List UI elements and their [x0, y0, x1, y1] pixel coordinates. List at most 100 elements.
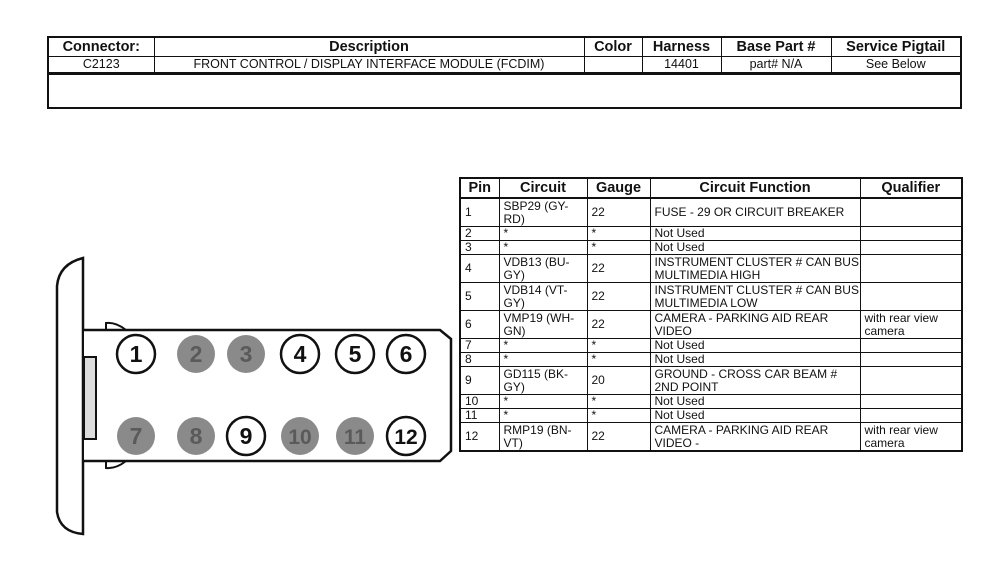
circuit-id: * — [499, 352, 588, 367]
connector-key — [83, 356, 97, 440]
pin-number: 9 — [461, 366, 500, 395]
wire-gauge: 22 — [587, 198, 651, 227]
circuit-id: * — [499, 226, 588, 241]
pin-label: 3 — [240, 341, 253, 367]
col-service-pigtail-header: Service Pigtail — [831, 38, 960, 57]
qualifier — [860, 282, 961, 311]
pin-number: 5 — [461, 282, 500, 311]
connector-color — [584, 56, 643, 72]
connector-pin: 1 — [115, 333, 157, 375]
pin-label: 9 — [240, 423, 253, 449]
col-qualifier-header: Qualifier — [860, 179, 961, 199]
table-row: 7 * * Not Used — [461, 338, 961, 353]
connector-harness: 14401 — [642, 56, 722, 72]
col-function-header: Circuit Function — [650, 179, 861, 199]
circuit-id: * — [499, 394, 588, 409]
connector-pin: 7 — [117, 417, 155, 455]
qualifier: with rear view camera — [864, 422, 938, 450]
wire-gauge: * — [587, 408, 651, 423]
wire-gauge: 22 — [587, 282, 651, 311]
table-row: 4 VDB13 (BU-GY) 22 INSTRUMENT CLUSTER # CAN… — [461, 254, 961, 283]
table-row: 3 * * Not Used — [461, 240, 961, 255]
connector-pin: 8 — [177, 417, 215, 455]
table-row: 5 VDB14 (VT-GY) 22 INSTRUMENT CLUSTER # CAN… — [461, 282, 961, 311]
pin-label: 8 — [190, 423, 203, 449]
circuit-id: VDB14 (VT-GY) — [499, 282, 588, 311]
connector-service-pigtail: See Below — [865, 57, 926, 71]
pin-number: 12 — [461, 422, 500, 450]
pin-number: 3 — [461, 240, 500, 255]
connector-pin: 6 — [385, 333, 427, 375]
qualifier — [860, 366, 961, 395]
col-base-part-header: Base Part # — [721, 38, 832, 57]
qualifier — [860, 254, 961, 283]
connector-pin: 4 — [279, 333, 321, 375]
col-gauge-header: Gauge — [587, 179, 651, 199]
connector-face-diagram: 1 2 3 4 5 67 8 9 10 11 12 — [55, 256, 453, 536]
qualifier: with rear view camera — [860, 310, 961, 339]
qualifier — [860, 338, 961, 353]
pin-label: 1 — [130, 341, 143, 367]
circuit-function: Not Used — [650, 408, 861, 423]
wire-gauge: 22 — [587, 254, 651, 283]
circuit-function: CAMERA - PARKING AID REAR VIDEO - — [650, 422, 861, 450]
circuit-function: INSTRUMENT CLUSTER # CAN BUS MULTIMEDIA … — [650, 282, 861, 311]
pin-label: 5 — [349, 341, 362, 367]
qualifier — [860, 408, 961, 423]
pin-label: 7 — [130, 423, 143, 449]
pin-number: 10 — [461, 394, 500, 409]
pin-label: 4 — [294, 341, 307, 367]
table-row: 9 GD115 (BK-GY) 20 GROUND - CROSS CAR BEAM … — [461, 366, 961, 395]
wire-gauge: * — [587, 394, 651, 409]
pin-number: 1 — [461, 198, 500, 227]
circuit-id: * — [499, 338, 588, 353]
circuit-id: * — [499, 240, 588, 255]
circuit-function: Not Used — [650, 240, 861, 255]
qualifier — [860, 226, 961, 241]
circuit-function: GROUND - CROSS CAR BEAM # 2ND POINT — [650, 366, 861, 395]
connector-pin: 3 — [227, 335, 265, 373]
table-row: 11 * * Not Used — [461, 408, 961, 423]
pin-number: 7 — [461, 338, 500, 353]
col-pin-header: Pin — [461, 179, 500, 199]
circuit-function: FUSE - 29 OR CIRCUIT BREAKER — [650, 198, 861, 227]
wire-gauge: * — [587, 240, 651, 255]
pin-label: 6 — [400, 341, 413, 367]
qualifier — [860, 198, 961, 227]
table-row: 6 VMP19 (WH-GN) 22 CAMERA - PARKING AID REA… — [461, 310, 961, 339]
col-circuit-header: Circuit — [499, 179, 588, 199]
connector-flange — [55, 256, 85, 536]
circuit-id: * — [499, 408, 588, 423]
circuit-id: RMP19 (BN-VT) — [499, 422, 588, 450]
circuit-id: GD115 (BK-GY) — [499, 366, 588, 395]
wire-gauge: * — [587, 226, 651, 241]
wire-gauge: 20 — [587, 366, 651, 395]
table-row: 10 * * Not Used — [461, 394, 961, 409]
circuit-function: CAMERA - PARKING AID REAR VIDEO — [650, 310, 861, 339]
qualifier — [860, 394, 961, 409]
connector-pin: 2 — [177, 335, 215, 373]
qualifier — [860, 352, 961, 367]
connector-pin: 9 — [225, 415, 267, 457]
pin-number: 2 — [461, 226, 500, 241]
pin-label: 2 — [190, 341, 203, 367]
connector-pin: 5 — [334, 333, 376, 375]
table-row: 8 * * Not Used — [461, 352, 961, 367]
circuit-function: Not Used — [650, 226, 861, 241]
connector-pin: 11 — [336, 417, 374, 455]
circuit-id: VMP19 (WH-GN) — [499, 310, 588, 339]
pinout-table: Pin Circuit Gauge Circuit Function Quali… — [459, 177, 963, 452]
connector-pin: 10 — [281, 417, 319, 455]
table-row: 1 SBP29 (GY-RD) 22 FUSE - 29 OR CIRCUIT BRE… — [461, 198, 961, 227]
circuit-function: INSTRUMENT CLUSTER # CAN BUS MULTIMEDIA … — [650, 254, 861, 283]
wire-gauge: * — [587, 352, 651, 367]
col-color-header: Color — [584, 38, 643, 57]
connector-base-part: part# N/A — [721, 56, 832, 72]
table-row: 12 RMP19 (BN-VT) 22 CAMERA - PARKING AID RE… — [461, 422, 961, 450]
qualifier — [860, 240, 961, 255]
circuit-function: Not Used — [650, 394, 861, 409]
pin-number: 6 — [461, 310, 500, 339]
wire-gauge: 22 — [587, 310, 651, 339]
circuit-function: Not Used — [650, 352, 861, 367]
pin-number: 11 — [461, 408, 500, 423]
